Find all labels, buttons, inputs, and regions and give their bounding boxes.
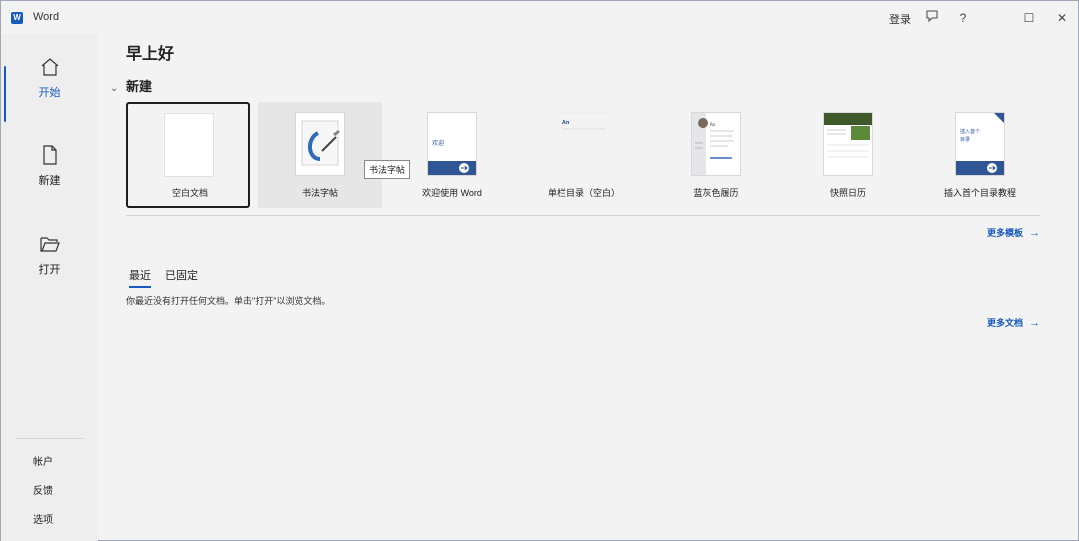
sidebar-item-open[interactable]: 打开 xyxy=(1,233,98,307)
template-toc-tutorial[interactable]: 插入首个 目录 插入首个目录教程 xyxy=(918,102,1042,208)
tab-recent[interactable]: 最近 xyxy=(129,267,151,288)
section-divider xyxy=(126,215,1040,216)
sidebar-divider xyxy=(16,438,84,439)
maximize-icon[interactable]: ☐ xyxy=(1019,9,1039,27)
arrow-right-icon: → xyxy=(1029,227,1041,239)
template-label: 单栏目录（空白） xyxy=(547,188,620,198)
template-label: 空白文档 xyxy=(171,188,208,198)
sidebar-item-label: 新建 xyxy=(38,175,61,187)
recent-empty-message: 你最近没有打开任何文档。单击"打开"以浏览文档。 xyxy=(126,296,331,306)
chevron-down-icon: ⌄ xyxy=(110,83,119,94)
new-document-icon xyxy=(39,144,61,166)
template-snapshot-calendar[interactable]: 快照日历 xyxy=(786,102,910,208)
main-content: 早上好 ⌄ 新建 空白文档 书法字帖 欢迎 欢迎使用 Word An 单栏目录（… xyxy=(98,34,1078,541)
template-thumbnail xyxy=(295,112,345,176)
template-label: 插入首个目录教程 xyxy=(943,188,1016,198)
template-thumbnail xyxy=(823,112,873,176)
template-thumbnail xyxy=(164,113,214,177)
sidebar-item-options[interactable]: 选项 xyxy=(33,511,53,526)
title-bar: W Word 登录 ? ☐ ✕ xyxy=(1,1,1078,34)
arrow-right-icon: → xyxy=(1029,317,1041,329)
more-templates-link[interactable]: 更多模板 → xyxy=(987,226,1040,239)
help-icon[interactable]: ? xyxy=(953,9,973,27)
template-calligraphy[interactable]: 书法字帖 xyxy=(258,102,382,208)
home-icon xyxy=(39,56,61,78)
svg-text:插入首个: 插入首个 xyxy=(960,128,980,135)
more-templates-label: 更多模板 xyxy=(987,228,1024,238)
sidebar-item-account[interactable]: 帐户 xyxy=(33,453,53,468)
tab-pinned[interactable]: 已固定 xyxy=(165,267,198,288)
template-welcome-word[interactable]: 欢迎 欢迎使用 Word xyxy=(390,102,514,208)
word-window: W Word 登录 ? ☐ ✕ 开始 新建 打开 帐户 反馈 选项 早上好 ⌄ … xyxy=(0,0,1079,541)
sidebar-item-new[interactable]: 新建 xyxy=(1,144,98,218)
more-documents-link[interactable]: 更多文档 → xyxy=(987,316,1040,329)
greeting-heading: 早上好 xyxy=(126,46,175,63)
close-icon[interactable]: ✕ xyxy=(1052,9,1072,27)
recent-tabs: 最近 已固定 xyxy=(129,267,198,288)
template-label: 欢迎使用 Word xyxy=(422,188,482,198)
sidebar-item-feedback[interactable]: 反馈 xyxy=(33,482,53,497)
template-thumbnail: 欢迎 xyxy=(427,112,477,176)
svg-text:欢迎: 欢迎 xyxy=(432,139,444,147)
svg-text:An: An xyxy=(562,120,570,126)
template-label: 蓝灰色履历 xyxy=(693,188,739,198)
word-app-icon: W xyxy=(11,12,23,24)
sidebar: 开始 新建 打开 帐户 反馈 选项 xyxy=(1,34,98,541)
template-tooltip: 书法字帖 xyxy=(364,160,411,179)
folder-open-icon xyxy=(39,233,61,255)
template-label: 书法字帖 xyxy=(301,188,338,198)
sidebar-item-home[interactable]: 开始 xyxy=(1,56,98,130)
template-toc-blank[interactable]: An 单栏目录（空白） xyxy=(522,102,646,208)
svg-text:Ro: Ro xyxy=(710,122,716,127)
template-label: 快照日历 xyxy=(829,188,866,198)
sign-in-button[interactable]: 登录 xyxy=(889,11,911,27)
feedback-icon[interactable] xyxy=(922,9,942,27)
sidebar-item-label: 打开 xyxy=(38,264,61,276)
app-title: Word xyxy=(33,11,60,23)
template-blue-grey-resume[interactable]: Ro 蓝灰色履历 xyxy=(654,102,778,208)
template-blank-document[interactable]: 空白文档 xyxy=(126,102,250,208)
more-documents-label: 更多文档 xyxy=(987,318,1024,328)
sidebar-item-label: 开始 xyxy=(38,87,61,99)
new-section-heading: 新建 xyxy=(126,79,153,94)
svg-text:目录: 目录 xyxy=(960,136,970,143)
template-thumbnail: Ro xyxy=(691,112,741,176)
template-thumbnail: An xyxy=(559,112,609,176)
template-thumbnail: 插入首个 目录 xyxy=(955,112,1005,176)
new-section-toggle[interactable]: ⌄ 新建 xyxy=(110,76,152,95)
